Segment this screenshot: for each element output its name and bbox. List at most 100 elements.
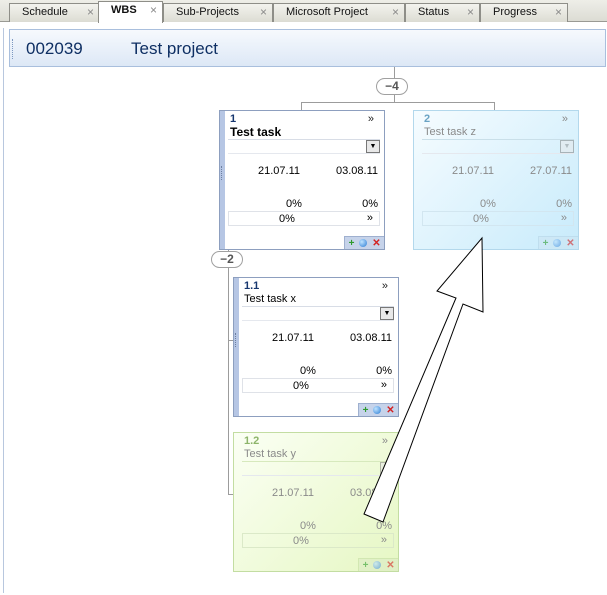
add-icon[interactable]: + xyxy=(361,406,370,416)
expand-icon[interactable]: » xyxy=(382,435,388,447)
task-name-field[interactable]: Test task z xyxy=(422,125,574,140)
tab-label: Microsoft Project xyxy=(286,6,368,18)
task-card[interactable]: 1.1 » Test task x ▼ 21.07.11 03.08.11 0%… xyxy=(233,277,399,417)
add-icon[interactable]: + xyxy=(541,239,550,249)
percent-planned: 0% xyxy=(480,198,496,210)
card-toolbar: + ✕ xyxy=(344,236,384,249)
dropdown-arrow-icon[interactable]: ▼ xyxy=(380,307,394,320)
card-toolbar: + ✕ xyxy=(358,403,398,416)
task-card[interactable]: 1 » Test task ▼ 21.07.11 03.08.11 0% 0% … xyxy=(219,110,385,250)
add-icon[interactable]: + xyxy=(361,561,370,571)
progress-field[interactable]: 0% » xyxy=(422,211,574,226)
project-code: 002039 xyxy=(26,39,83,58)
tab-label: Status xyxy=(418,6,450,18)
connector-line xyxy=(394,67,395,78)
connector-line xyxy=(301,102,495,103)
expand-icon[interactable]: » xyxy=(562,113,568,125)
card-accent-bar xyxy=(234,278,239,416)
delete-icon[interactable]: ✕ xyxy=(386,406,395,416)
end-date: 27.07.11 xyxy=(529,165,572,177)
collapse-toggle-task-1[interactable]: −2 xyxy=(211,251,243,268)
task-card[interactable]: 2 » Test task z ▼ 21.07.11 27.07.11 0% 0… xyxy=(413,110,579,250)
close-icon[interactable]: × xyxy=(467,4,474,21)
dropdown-arrow-icon[interactable]: ▼ xyxy=(560,140,574,153)
task-card[interactable]: 1.2 » Test task y ▼ 21.07.11 03.08.11 0%… xyxy=(233,432,399,572)
tab-label: Schedule xyxy=(22,6,68,18)
percent-planned: 0% xyxy=(300,520,316,532)
progress-value: 0% xyxy=(293,380,309,392)
start-date: 21.07.11 xyxy=(452,165,495,177)
tab-bar: Schedule × WBS × Sub-Projects × Microsof… xyxy=(0,0,607,23)
tab-microsoft-project[interactable]: Microsoft Project × xyxy=(273,3,405,22)
task-name-field[interactable]: Test task x xyxy=(242,292,394,307)
close-icon[interactable]: × xyxy=(87,4,94,21)
task-number: 1 xyxy=(230,113,237,125)
progress-field[interactable]: 0% » xyxy=(242,533,394,548)
project-header: 002039 Test project xyxy=(9,29,606,67)
dropdown-arrow-icon[interactable]: ▼ xyxy=(366,140,380,153)
info-icon[interactable] xyxy=(373,406,382,415)
drag-handle-icon[interactable] xyxy=(221,166,223,180)
end-date: 03.08.11 xyxy=(349,487,392,499)
connector-line xyxy=(494,102,495,110)
progress-value: 0% xyxy=(279,213,295,225)
task-type-select[interactable]: ▼ xyxy=(242,462,394,476)
percent-actual: 0% xyxy=(376,365,392,377)
task-number: 1.1 xyxy=(244,280,260,292)
task-name-field[interactable]: Test task y xyxy=(242,447,394,462)
end-date: 03.08.11 xyxy=(335,165,378,177)
drag-handle-icon[interactable] xyxy=(12,39,15,59)
task-name-field[interactable]: Test task xyxy=(228,125,380,140)
progress-value: 0% xyxy=(473,213,489,225)
card-toolbar: + ✕ xyxy=(538,236,578,249)
expand-icon[interactable]: » xyxy=(368,113,374,125)
close-icon[interactable]: × xyxy=(392,4,399,21)
drag-handle-icon[interactable] xyxy=(235,333,237,347)
percent-actual: 0% xyxy=(556,198,572,210)
connector-line xyxy=(301,102,302,110)
connector-line xyxy=(228,268,229,494)
info-icon[interactable] xyxy=(553,239,562,248)
task-number: 1.2 xyxy=(244,435,260,447)
percent-actual: 0% xyxy=(362,198,378,210)
tab-schedule[interactable]: Schedule × xyxy=(9,3,100,22)
tab-status[interactable]: Status × xyxy=(405,3,480,22)
task-type-select[interactable]: ▼ xyxy=(228,140,380,154)
info-icon[interactable] xyxy=(373,561,382,570)
add-icon[interactable]: + xyxy=(347,239,356,249)
dropdown-arrow-icon[interactable]: ▼ xyxy=(380,462,394,475)
percent-planned: 0% xyxy=(286,198,302,210)
info-icon[interactable] xyxy=(359,239,368,248)
percent-actual: 0% xyxy=(376,520,392,532)
task-type-select[interactable]: ▼ xyxy=(422,140,574,154)
more-icon[interactable]: » xyxy=(367,212,373,224)
start-date: 21.07.11 xyxy=(258,165,301,177)
tab-progress[interactable]: Progress × xyxy=(480,3,568,22)
expand-icon[interactable]: » xyxy=(382,280,388,292)
delete-icon[interactable]: ✕ xyxy=(566,239,575,249)
card-toolbar: + ✕ xyxy=(358,558,398,571)
task-type-select[interactable]: ▼ xyxy=(242,307,394,321)
more-icon[interactable]: » xyxy=(381,534,387,546)
close-icon[interactable]: × xyxy=(150,2,157,19)
tab-label: Sub-Projects xyxy=(176,6,239,18)
close-icon[interactable]: × xyxy=(555,4,562,21)
tab-label: WBS xyxy=(111,4,137,16)
end-date: 03.08.11 xyxy=(349,332,392,344)
start-date: 21.07.11 xyxy=(272,487,315,499)
close-icon[interactable]: × xyxy=(260,4,267,21)
more-icon[interactable]: » xyxy=(381,379,387,391)
more-icon[interactable]: » xyxy=(561,212,567,224)
tab-sub-projects[interactable]: Sub-Projects × xyxy=(163,3,273,22)
collapse-toggle-root[interactable]: −4 xyxy=(376,78,408,95)
start-date: 21.07.11 xyxy=(272,332,315,344)
connector-line xyxy=(394,95,395,102)
project-title: Test project xyxy=(131,39,218,58)
tab-wbs[interactable]: WBS × xyxy=(98,1,163,23)
progress-field[interactable]: 0% » xyxy=(242,378,394,393)
card-accent-bar xyxy=(220,111,225,249)
percent-planned: 0% xyxy=(300,365,316,377)
delete-icon[interactable]: ✕ xyxy=(372,239,381,249)
delete-icon[interactable]: ✕ xyxy=(386,561,395,571)
progress-field[interactable]: 0% » xyxy=(228,211,380,226)
